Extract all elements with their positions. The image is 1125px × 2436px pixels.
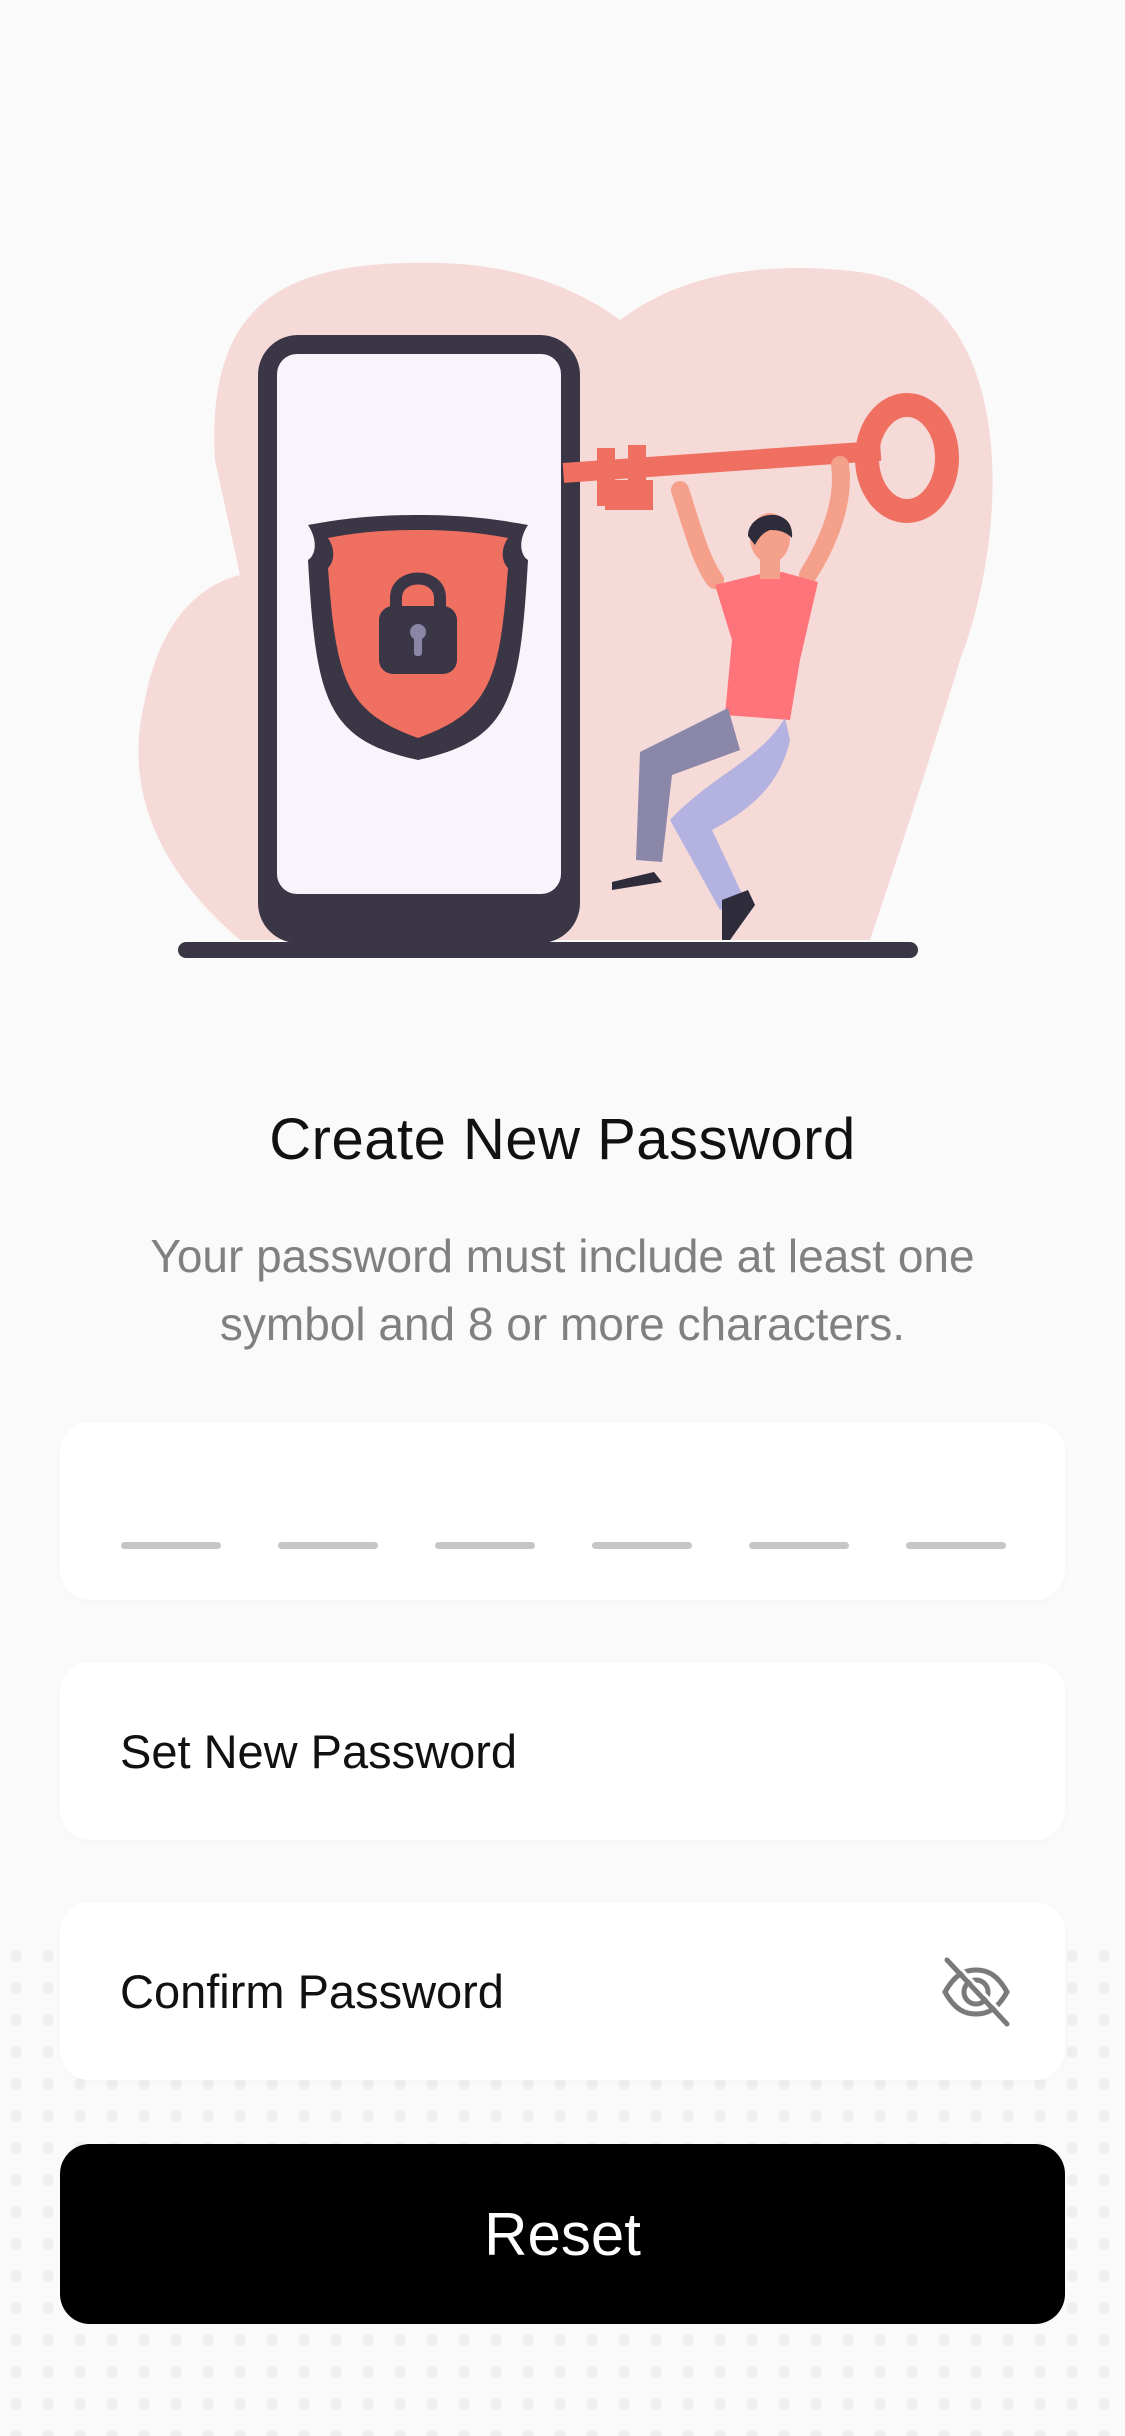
confirm-password-placeholder: Confirm Password [120, 1964, 504, 2018]
code-slot[interactable] [906, 1542, 1006, 1549]
code-slot[interactable] [749, 1542, 849, 1549]
eye-slash-icon[interactable] [939, 1956, 1013, 2028]
code-slot[interactable] [278, 1542, 378, 1549]
confirm-password-field[interactable]: Confirm Password [60, 1902, 1065, 2080]
ground-line [178, 942, 918, 958]
verification-code-input[interactable] [60, 1422, 1065, 1600]
code-slot[interactable] [592, 1542, 692, 1549]
reset-button[interactable]: Reset [60, 2144, 1065, 2324]
new-password-placeholder: Set New Password [120, 1724, 518, 1778]
code-slot[interactable] [121, 1542, 221, 1549]
page-title: Create New Password [269, 1107, 856, 1172]
security-illustration [138, 262, 993, 958]
page-subtitle: Your password must include at least one … [150, 1230, 975, 1350]
code-slot[interactable] [435, 1542, 535, 1549]
new-password-field[interactable]: Set New Password [60, 1662, 1065, 1840]
